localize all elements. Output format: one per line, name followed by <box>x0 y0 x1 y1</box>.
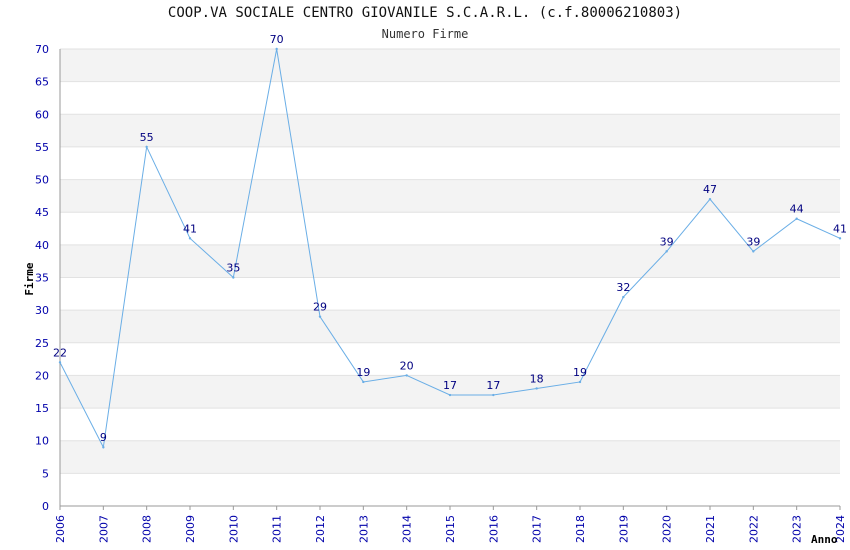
data-label: 39 <box>746 235 760 248</box>
data-label: 18 <box>530 372 544 385</box>
x-tick-label: 2014 <box>401 515 414 543</box>
y-tick-label: 25 <box>35 337 49 350</box>
data-point <box>145 145 148 149</box>
data-point <box>838 237 842 240</box>
grid-band <box>60 310 840 343</box>
data-point <box>578 380 582 384</box>
data-label: 19 <box>573 366 587 379</box>
y-tick-label: 45 <box>35 206 49 219</box>
x-tick-label: 2023 <box>791 515 804 543</box>
data-label: 41 <box>833 222 847 235</box>
x-tick-label: 2020 <box>661 515 674 543</box>
data-label: 20 <box>400 359 414 372</box>
data-point <box>188 237 192 240</box>
data-point <box>665 250 668 253</box>
y-tick-label: 40 <box>35 239 49 252</box>
x-tick-label: 2021 <box>704 515 717 543</box>
grid-band <box>60 114 840 147</box>
data-label: 32 <box>616 281 630 294</box>
y-tick-label: 65 <box>35 76 49 89</box>
y-tick-label: 60 <box>35 108 49 121</box>
data-label: 22 <box>53 346 67 359</box>
data-point <box>318 315 322 318</box>
y-tick-label: 35 <box>35 272 49 285</box>
y-tick-label: 50 <box>35 174 49 187</box>
x-tick-label: 2010 <box>227 515 240 543</box>
data-point <box>58 361 62 364</box>
y-tick-label: 55 <box>35 141 49 154</box>
x-tick-label: 2016 <box>487 515 500 543</box>
data-label: 41 <box>183 222 197 235</box>
data-point <box>275 47 278 51</box>
data-label: 19 <box>356 366 370 379</box>
grid-band <box>60 49 840 82</box>
y-tick-label: 0 <box>42 500 49 513</box>
data-label: 55 <box>140 131 154 144</box>
data-label: 29 <box>313 301 327 314</box>
data-point <box>535 387 538 390</box>
data-point <box>492 393 495 397</box>
x-tick-label: 2013 <box>357 515 370 543</box>
x-tick-label: 2008 <box>141 515 154 543</box>
y-tick-label: 10 <box>35 435 49 448</box>
data-point <box>708 197 712 201</box>
x-tick-label: 2019 <box>617 515 630 543</box>
data-point <box>102 446 105 449</box>
y-tick-label: 70 <box>35 43 49 56</box>
y-tick-label: 30 <box>35 304 49 317</box>
data-label: 39 <box>660 235 674 248</box>
data-point <box>448 393 452 397</box>
y-axis-ticks: 0 5 10 15 20 25 30 35 40 45 50 55 60 65 70 <box>35 43 49 513</box>
y-tick-label: 20 <box>35 369 49 382</box>
data-label: 17 <box>486 379 500 392</box>
x-tick-label: 2006 <box>54 515 67 543</box>
x-tick-label: 2022 <box>747 515 760 543</box>
data-label: 35 <box>226 262 240 275</box>
x-tick-label: 2011 <box>271 515 284 543</box>
data-label: 17 <box>443 379 457 392</box>
data-label: 9 <box>100 431 107 444</box>
x-axis-ticks: 2006 2007 2008 2009 2010 2011 2012 2013 2014 2015… <box>54 506 847 543</box>
data-point <box>622 295 625 299</box>
x-tick-label: 2009 <box>184 515 197 543</box>
data-point <box>752 250 755 253</box>
data-point <box>232 276 235 279</box>
x-axis-label: Anno <box>811 533 838 546</box>
grid-band <box>60 440 840 474</box>
x-tick-label: 2015 <box>444 515 457 543</box>
y-axis-label: Firme <box>23 262 36 295</box>
line-chart: 0510152025303540455055606570 2006 2007 200… <box>23 33 847 546</box>
data-label: 70 <box>270 33 284 46</box>
grid-bands <box>60 49 840 474</box>
x-tick-label: 2018 <box>574 515 587 543</box>
x-tick-label: 2007 <box>97 515 110 543</box>
y-tick-label: 15 <box>35 402 49 415</box>
data-label: 44 <box>790 203 804 216</box>
x-tick-label: 2012 <box>314 515 327 543</box>
data-point <box>405 374 408 377</box>
y-tick-label: 5 <box>42 467 49 480</box>
grid-band <box>60 179 840 213</box>
data-point <box>362 380 365 384</box>
x-tick-label: 2017 <box>531 515 544 543</box>
grid-band <box>60 244 840 278</box>
data-label: 47 <box>703 183 717 196</box>
data-point <box>795 217 798 220</box>
